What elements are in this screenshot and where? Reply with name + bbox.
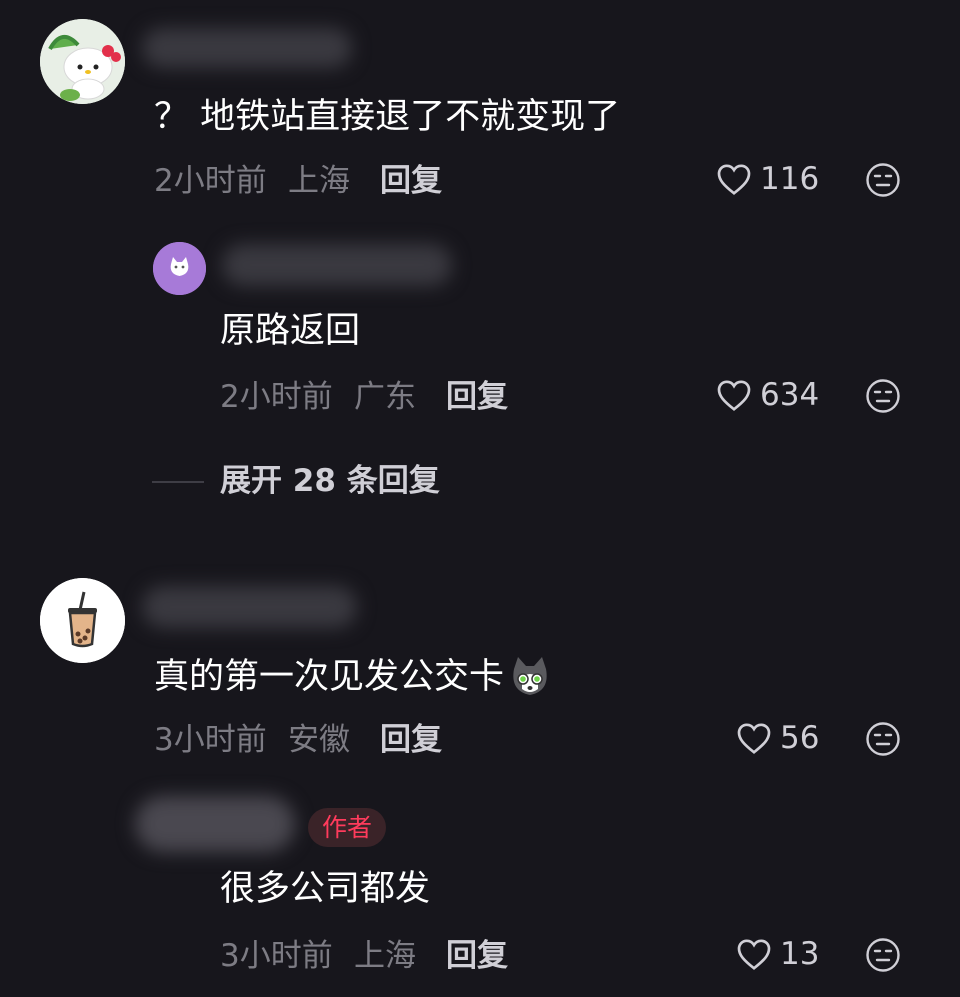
comment-text: ？ 地铁站直接退了不就变现了 — [154, 97, 621, 137]
user-avatar-blurred[interactable] — [135, 796, 295, 852]
dislike-button[interactable] — [865, 378, 901, 418]
heart-icon — [717, 164, 751, 195]
reply-button[interactable]: 回复 — [380, 166, 442, 197]
user-avatar[interactable] — [40, 578, 125, 663]
comment-time: 2小时前 — [154, 163, 267, 199]
like-count: 13 — [780, 935, 820, 972]
comment-location: 广东 — [354, 379, 416, 415]
meh-face-icon — [866, 938, 900, 972]
comment-location: 上海 — [288, 163, 350, 199]
heart-icon — [737, 939, 771, 970]
like-button[interactable]: 56 — [736, 721, 819, 755]
like-count: 634 — [760, 376, 820, 413]
like-count: 116 — [760, 160, 820, 197]
comment-text: 很多公司都发 — [220, 869, 431, 909]
meh-face-icon — [866, 163, 900, 197]
expand-replies-label: 展开 28 条回复 — [220, 463, 440, 499]
dislike-button[interactable] — [865, 721, 901, 761]
comment-time: 3小时前 — [220, 938, 333, 974]
like-button[interactable]: 634 — [716, 378, 819, 412]
cat-avatar-icon — [153, 242, 206, 295]
username-blurred[interactable] — [142, 28, 352, 68]
comment-text: 真的第一次见发公交卡 — [154, 656, 505, 697]
comment-location: 安徽 — [288, 722, 350, 758]
like-button[interactable]: 116 — [716, 162, 819, 196]
comment-time: 3小时前 — [154, 722, 267, 758]
dislike-button[interactable] — [865, 937, 901, 977]
shocked-cat-emoji-icon — [513, 657, 547, 695]
like-count: 56 — [780, 719, 820, 756]
username-blurred[interactable] — [142, 586, 357, 628]
comment-text: 原路返回 — [220, 311, 361, 351]
reply-button[interactable]: 回复 — [446, 941, 508, 972]
user-avatar[interactable] — [153, 242, 206, 295]
author-badge: 作者 — [308, 808, 387, 847]
divider-line — [152, 480, 204, 483]
like-button[interactable]: 13 — [736, 937, 819, 971]
heart-icon — [737, 723, 771, 754]
username-blurred[interactable] — [222, 244, 452, 286]
comment-time: 2小时前 — [220, 379, 333, 415]
meh-face-icon — [866, 379, 900, 413]
dislike-button[interactable] — [865, 162, 901, 202]
comment-text-row: 真的第一次见发公交卡 — [154, 655, 552, 699]
user-avatar[interactable] — [40, 19, 125, 104]
bubble-tea-avatar-icon — [40, 578, 125, 663]
comment-location: 上海 — [354, 938, 416, 974]
hello-kitty-avatar-icon — [40, 19, 125, 104]
expand-replies-button[interactable]: 展开 28 条回复 — [152, 466, 440, 497]
reply-button[interactable]: 回复 — [446, 382, 508, 413]
meh-face-icon — [866, 722, 900, 756]
reply-button[interactable]: 回复 — [380, 725, 442, 756]
heart-icon — [717, 380, 751, 411]
